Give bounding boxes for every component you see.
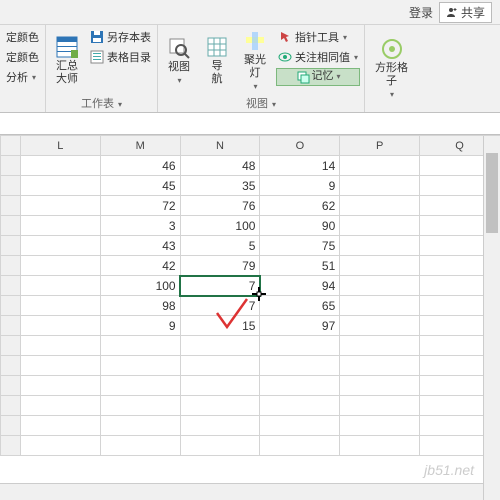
vertical-scrollbar[interactable] (483, 136, 500, 500)
share-label: 共享 (461, 4, 485, 21)
nav-button[interactable]: 导 航 (200, 28, 234, 94)
spotlight-icon (244, 30, 266, 52)
col-O: O (260, 136, 340, 156)
table-row (1, 356, 500, 376)
pointer-tool[interactable]: 指针工具▾ (276, 28, 360, 46)
ribbon-group-1: 定颜色 定颜色 分析▾ (0, 25, 46, 112)
table-row (1, 336, 500, 356)
view-button[interactable]: 视图▾ (162, 28, 196, 94)
table-row: 43575 (1, 236, 500, 256)
table-row: 91597 (1, 316, 500, 336)
memory-button[interactable]: 记忆▾ (276, 68, 360, 86)
horizontal-scrollbar[interactable] (0, 483, 483, 500)
selected-cell: 7 (180, 276, 260, 296)
copy-icon (296, 70, 310, 84)
column-headers[interactable]: L M N O P Q (1, 136, 500, 156)
set-color-2[interactable]: 定颜色 (4, 48, 41, 66)
grid-icon (206, 36, 228, 58)
table-row: 45359 (1, 176, 500, 196)
table-row: 310090 (1, 216, 500, 236)
sheet-toc[interactable]: 表格目录 (88, 48, 153, 66)
col-M: M (100, 136, 180, 156)
table-row: 727662 (1, 196, 500, 216)
table-row (1, 416, 500, 436)
circle-icon (381, 38, 403, 60)
table-row (1, 376, 500, 396)
set-color-1[interactable]: 定颜色 (4, 28, 41, 46)
pointer-icon (278, 30, 292, 44)
scroll-thumb[interactable] (486, 153, 498, 233)
spotlight-button[interactable]: 聚光 灯▾ (238, 28, 272, 94)
title-bar: 登录 共享 (0, 0, 500, 25)
group-label-view: 视图 ▾ (162, 94, 360, 112)
watermark: jb51.net (424, 462, 474, 478)
ribbon-group-view: 视图▾ 导 航 聚光 灯▾ 指针工具▾ 关注相同值▾ (158, 25, 365, 112)
col-N: N (180, 136, 260, 156)
table-row (1, 436, 500, 456)
magnifier-icon (168, 37, 190, 59)
person-plus-icon (446, 6, 458, 18)
table-row: 464814 (1, 156, 500, 176)
ribbon-group-cube: 方形格 子▾ (365, 25, 418, 112)
table-sum-icon (56, 36, 78, 58)
analysis[interactable]: 分析▾ (4, 68, 41, 86)
save-as-sheet[interactable]: 另存本表 (88, 28, 153, 46)
ribbon: 定颜色 定颜色 分析▾ 汇总 大师 另存本表 表格目录 (0, 25, 500, 113)
col-L: L (20, 136, 100, 156)
focus-same[interactable]: 关注相同值▾ (276, 48, 360, 66)
list-icon (90, 50, 104, 64)
table-row: 98765 (1, 296, 500, 316)
login-link[interactable]: 登录 (409, 4, 433, 21)
eye-icon (278, 50, 292, 64)
save-icon (90, 30, 104, 44)
ribbon-group-worksheet: 汇总 大师 另存本表 表格目录 工作表 ▾ (46, 25, 158, 112)
cube-button[interactable]: 方形格 子▾ (369, 28, 414, 110)
col-P: P (340, 136, 420, 156)
share-button[interactable]: 共享 (439, 2, 492, 23)
spreadsheet-grid[interactable]: L M N O P Q 464814 45359 727662 310090 4… (0, 135, 500, 456)
formula-bar[interactable] (0, 113, 500, 135)
table-row (1, 396, 500, 416)
group-label-worksheet: 工作表 ▾ (50, 94, 153, 112)
table-row: 100794 (1, 276, 500, 296)
table-row: 427951 (1, 256, 500, 276)
summary-master-button[interactable]: 汇总 大师 (50, 28, 84, 94)
